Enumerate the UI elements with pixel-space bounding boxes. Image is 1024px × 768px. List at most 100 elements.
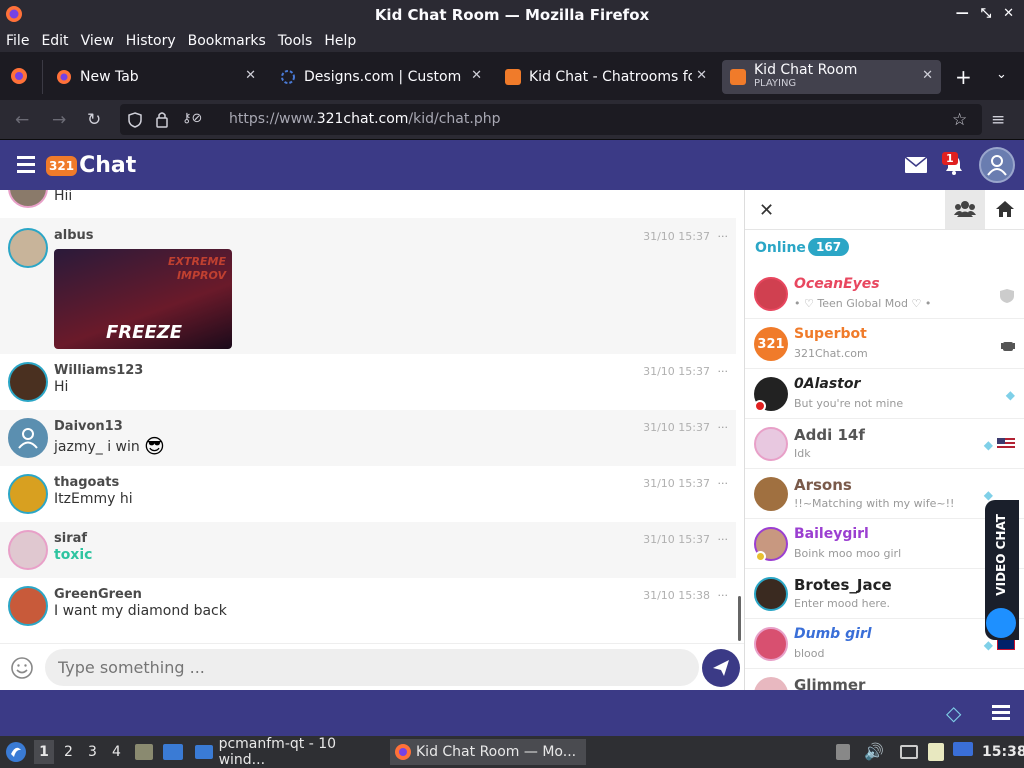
- user-list-item[interactable]: Brotes_Jace Enter mood here.: [745, 570, 1024, 619]
- tab-close-icon[interactable]: ✕: [922, 68, 933, 83]
- clipboard-icon[interactable]: [836, 744, 850, 760]
- message-options-icon[interactable]: ···: [718, 421, 729, 434]
- message-options-icon[interactable]: ···: [718, 230, 729, 243]
- message-username[interactable]: Daivon13: [54, 419, 123, 434]
- network-icon[interactable]: [953, 742, 973, 756]
- user-avatar[interactable]: [8, 418, 48, 458]
- user-name[interactable]: Superbot: [794, 326, 867, 342]
- user-avatar[interactable]: [754, 477, 788, 511]
- user-name[interactable]: Arsons: [794, 476, 852, 494]
- start-menu-icon[interactable]: [5, 741, 27, 763]
- menu-tools[interactable]: Tools: [278, 33, 313, 49]
- message-input[interactable]: [45, 649, 699, 686]
- user-list-item[interactable]: Dumb girl blood ◆: [745, 620, 1024, 669]
- user-avatar[interactable]: 321: [754, 327, 788, 361]
- user-avatar[interactable]: [754, 677, 788, 690]
- message-username[interactable]: Williams123: [54, 363, 143, 378]
- firefox-view-icon[interactable]: [10, 67, 28, 85]
- user-avatar[interactable]: [754, 427, 788, 461]
- user-name[interactable]: Dumb girl: [794, 626, 872, 642]
- url-bar[interactable]: ⚷⊘ https://www.321chat.com/kid/chat.php: [120, 104, 982, 135]
- file-manager-icon[interactable]: [135, 744, 153, 760]
- user-list-item[interactable]: OceanEyes • ♡ Teen Global Mod ♡ •: [745, 270, 1024, 319]
- workspace-2[interactable]: 2: [64, 744, 73, 760]
- tab-kid-chat[interactable]: Kid Chat - Chatrooms for ✕: [497, 60, 715, 94]
- user-name[interactable]: Brotes_Jace: [794, 576, 892, 594]
- message-username[interactable]: siraf: [54, 531, 87, 546]
- taskbar-app-firefox[interactable]: Kid Chat Room — Mo...: [390, 739, 586, 765]
- user-avatar[interactable]: [8, 586, 48, 626]
- users-tab[interactable]: [945, 190, 985, 229]
- restore-icon[interactable]: ⤡: [981, 6, 991, 21]
- reload-icon[interactable]: ↻: [87, 110, 101, 130]
- minimize-icon[interactable]: —: [956, 6, 969, 21]
- user-avatar[interactable]: [754, 627, 788, 661]
- message-options-icon[interactable]: ···: [718, 365, 729, 378]
- user-name[interactable]: Addi 14f: [794, 426, 865, 444]
- send-button[interactable]: [702, 649, 740, 687]
- user-avatar[interactable]: [8, 530, 48, 570]
- message-options-icon[interactable]: ···: [718, 589, 729, 602]
- footer-menu-icon[interactable]: [992, 705, 1010, 720]
- hamburger-menu-icon[interactable]: [17, 156, 35, 173]
- user-name[interactable]: Glimmer: [794, 676, 865, 690]
- bookmark-star-icon[interactable]: ☆: [952, 110, 967, 130]
- menu-bookmarks[interactable]: Bookmarks: [188, 33, 266, 49]
- display-icon[interactable]: [900, 745, 918, 759]
- message-username[interactable]: GreenGreen: [54, 587, 142, 602]
- workspace-3[interactable]: 3: [88, 744, 97, 760]
- message-username[interactable]: thagoats: [54, 475, 119, 490]
- tab-kid-chat-room[interactable]: Kid Chat Room PLAYING ✕: [722, 60, 941, 94]
- taskbar-app-pcmanfm[interactable]: pcmanfm-qt - 10 wind...: [191, 736, 383, 768]
- workspace-4[interactable]: 4: [112, 744, 121, 760]
- profile-avatar[interactable]: [979, 147, 1015, 183]
- back-icon[interactable]: ←: [15, 110, 29, 130]
- user-name[interactable]: Baileygirl: [794, 526, 869, 542]
- site-logo[interactable]: 321 Chat: [46, 153, 136, 178]
- shield-icon[interactable]: [128, 112, 142, 128]
- url-text[interactable]: https://www.321chat.com/kid/chat.php: [229, 111, 500, 127]
- user-avatar[interactable]: [8, 474, 48, 514]
- user-avatar[interactable]: [754, 277, 788, 311]
- tab-close-icon[interactable]: ✕: [245, 68, 256, 83]
- chat-scrollbar[interactable]: [738, 596, 741, 641]
- close-window-icon[interactable]: ✕: [1003, 6, 1014, 21]
- home-icon[interactable]: [995, 200, 1015, 218]
- message-options-icon[interactable]: ···: [718, 533, 729, 546]
- user-list-item[interactable]: 321 Superbot 321Chat.com: [745, 320, 1024, 369]
- tab-designs[interactable]: Designs.com | Custom De ✕: [272, 60, 490, 94]
- user-list-item[interactable]: Arsons !!~Matching with my wife~!! ◆: [745, 470, 1024, 519]
- new-tab-icon[interactable]: +: [955, 65, 972, 89]
- menu-history[interactable]: History: [126, 33, 176, 49]
- user-avatar[interactable]: [8, 362, 48, 402]
- tab-new-tab[interactable]: New Tab ✕: [48, 60, 264, 94]
- user-name[interactable]: OceanEyes: [794, 276, 880, 292]
- permissions-icon[interactable]: ⚷⊘: [182, 111, 202, 126]
- notes-icon[interactable]: [928, 743, 944, 761]
- user-name[interactable]: 0Alastor: [794, 376, 860, 392]
- user-avatar[interactable]: [8, 190, 48, 208]
- close-panel-icon[interactable]: ✕: [759, 200, 774, 221]
- diamond-store-icon[interactable]: ◇: [946, 701, 961, 725]
- envelope-icon[interactable]: [905, 157, 927, 173]
- message-options-icon[interactable]: ···: [718, 477, 729, 490]
- user-avatar[interactable]: [8, 228, 48, 268]
- user-list-item[interactable]: Addi 14f Idk ◆: [745, 420, 1024, 469]
- menu-file[interactable]: File: [6, 33, 29, 49]
- message-image[interactable]: EXTREME IMPROV FREEZE: [54, 249, 232, 349]
- menu-edit[interactable]: Edit: [41, 33, 68, 49]
- forward-icon[interactable]: →: [52, 110, 66, 130]
- desktop-icon[interactable]: [163, 744, 183, 760]
- lock-icon[interactable]: [155, 111, 169, 128]
- user-list-item[interactable]: Baileygirl Boink moo moo girl: [745, 520, 1024, 569]
- message-username[interactable]: albus: [54, 228, 94, 243]
- user-list-item[interactable]: 0Alastor But you're not mine ◆: [745, 370, 1024, 419]
- volume-icon[interactable]: 🔊: [864, 742, 884, 761]
- user-list-item[interactable]: Glimmer: [745, 670, 1024, 690]
- chat-messages[interactable]: Hii albus 31/10 15:37 ··· EXTREME IMPROV…: [0, 190, 744, 643]
- menu-help[interactable]: Help: [324, 33, 356, 49]
- user-avatar[interactable]: [754, 577, 788, 611]
- tab-close-icon[interactable]: ✕: [467, 68, 482, 83]
- workspace-1[interactable]: 1: [34, 740, 54, 764]
- menu-view[interactable]: View: [81, 33, 114, 49]
